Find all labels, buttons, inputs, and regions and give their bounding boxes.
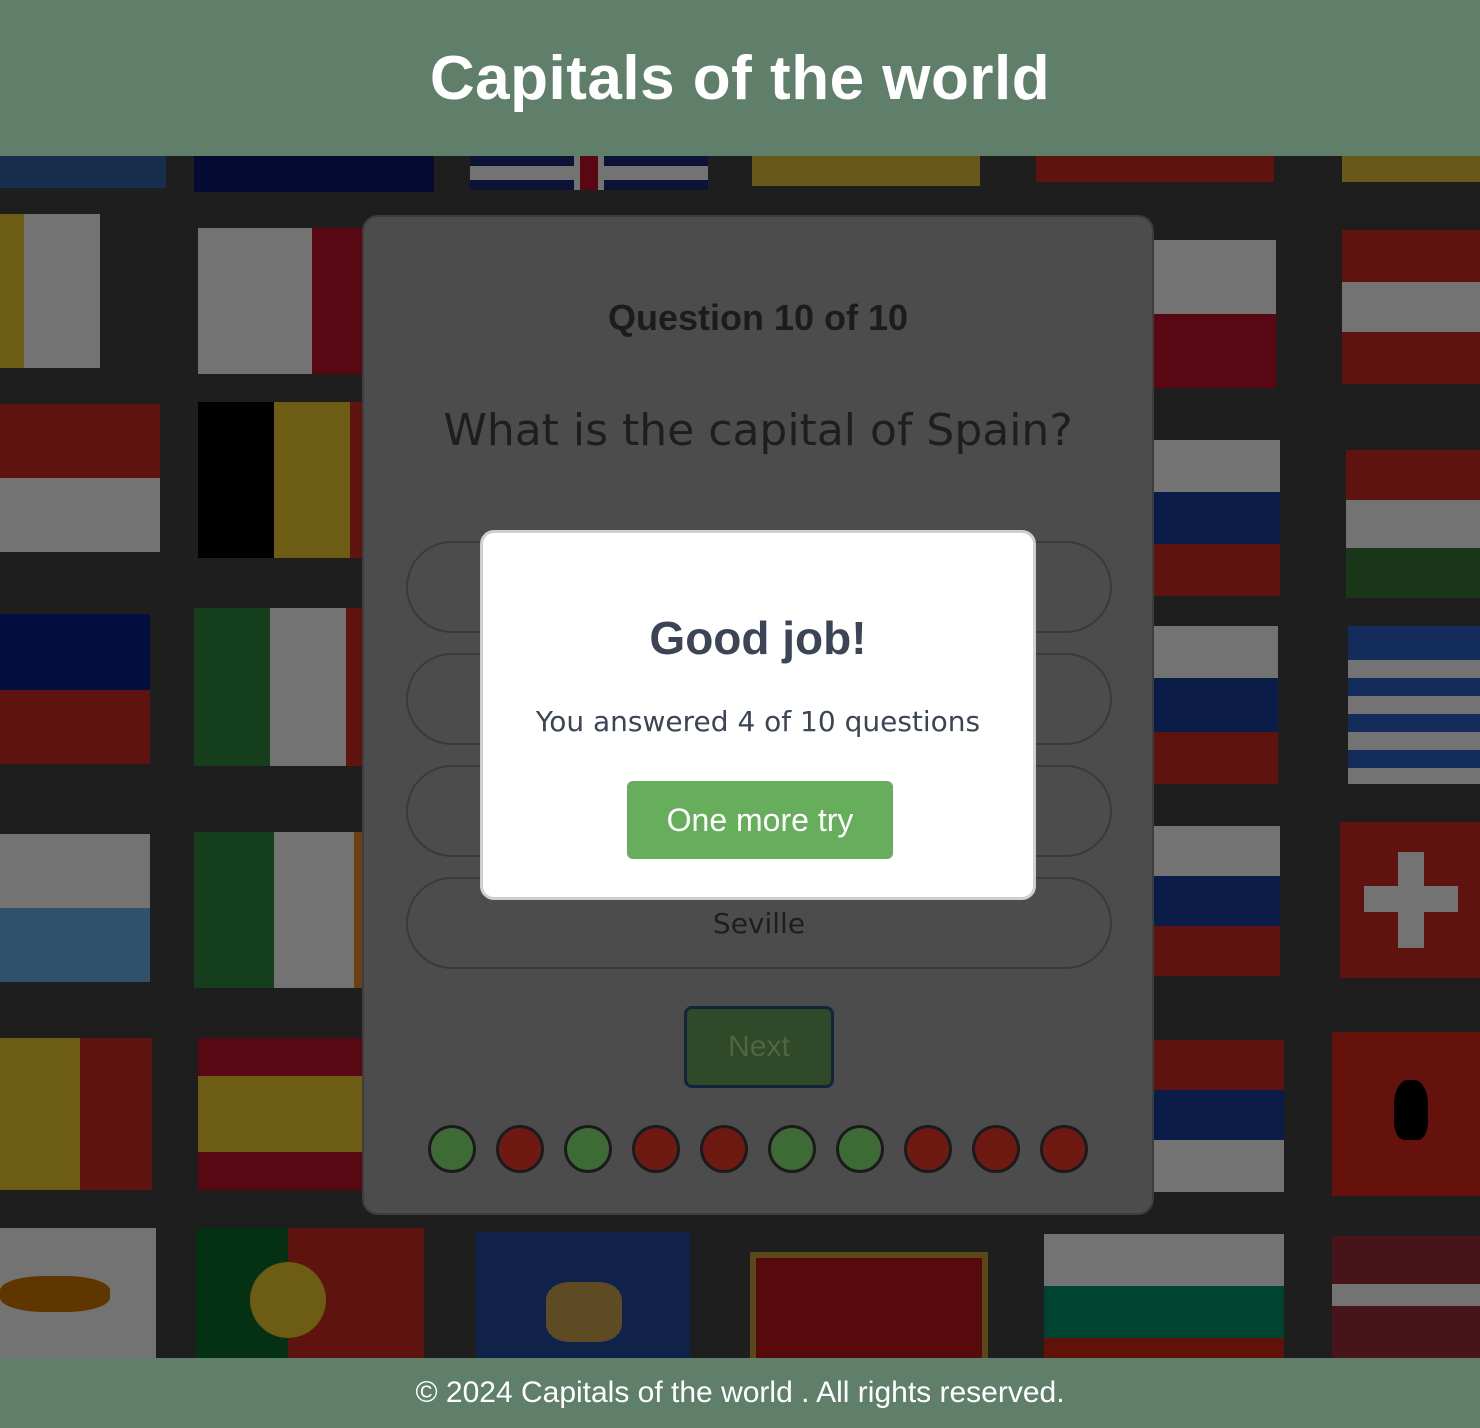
progress-dot-correct [836,1125,884,1173]
progress-dot-wrong [1040,1125,1088,1173]
progress-dot-wrong [632,1125,680,1173]
modal-score-text: You answered 4 of 10 questions [535,705,981,738]
question-number: Question 10 of 10 [607,297,909,338]
progress-dot-wrong [700,1125,748,1173]
result-modal: Good job! You answered 4 of 10 questions… [480,530,1036,900]
modal-title: Good job! [649,612,867,664]
progress-dot-wrong [972,1125,1020,1173]
question-text: What is the capital of Spain? [443,405,1073,456]
progress-dot-correct [428,1125,476,1173]
next-button[interactable]: Next [684,1006,834,1088]
progress-dot-correct [564,1125,612,1173]
app-header: Capitals of the world [0,0,1480,156]
progress-dots [428,1125,1090,1175]
one-more-try-button[interactable]: One more try [627,781,893,859]
app-footer: © 2024 Capitals of the world . All right… [0,1358,1480,1428]
progress-dot-wrong [496,1125,544,1173]
progress-dot-correct [768,1125,816,1173]
footer-copyright: © 2024 Capitals of the world . All right… [415,1376,1065,1409]
progress-dot-wrong [904,1125,952,1173]
app-title: Capitals of the world [429,43,1051,113]
